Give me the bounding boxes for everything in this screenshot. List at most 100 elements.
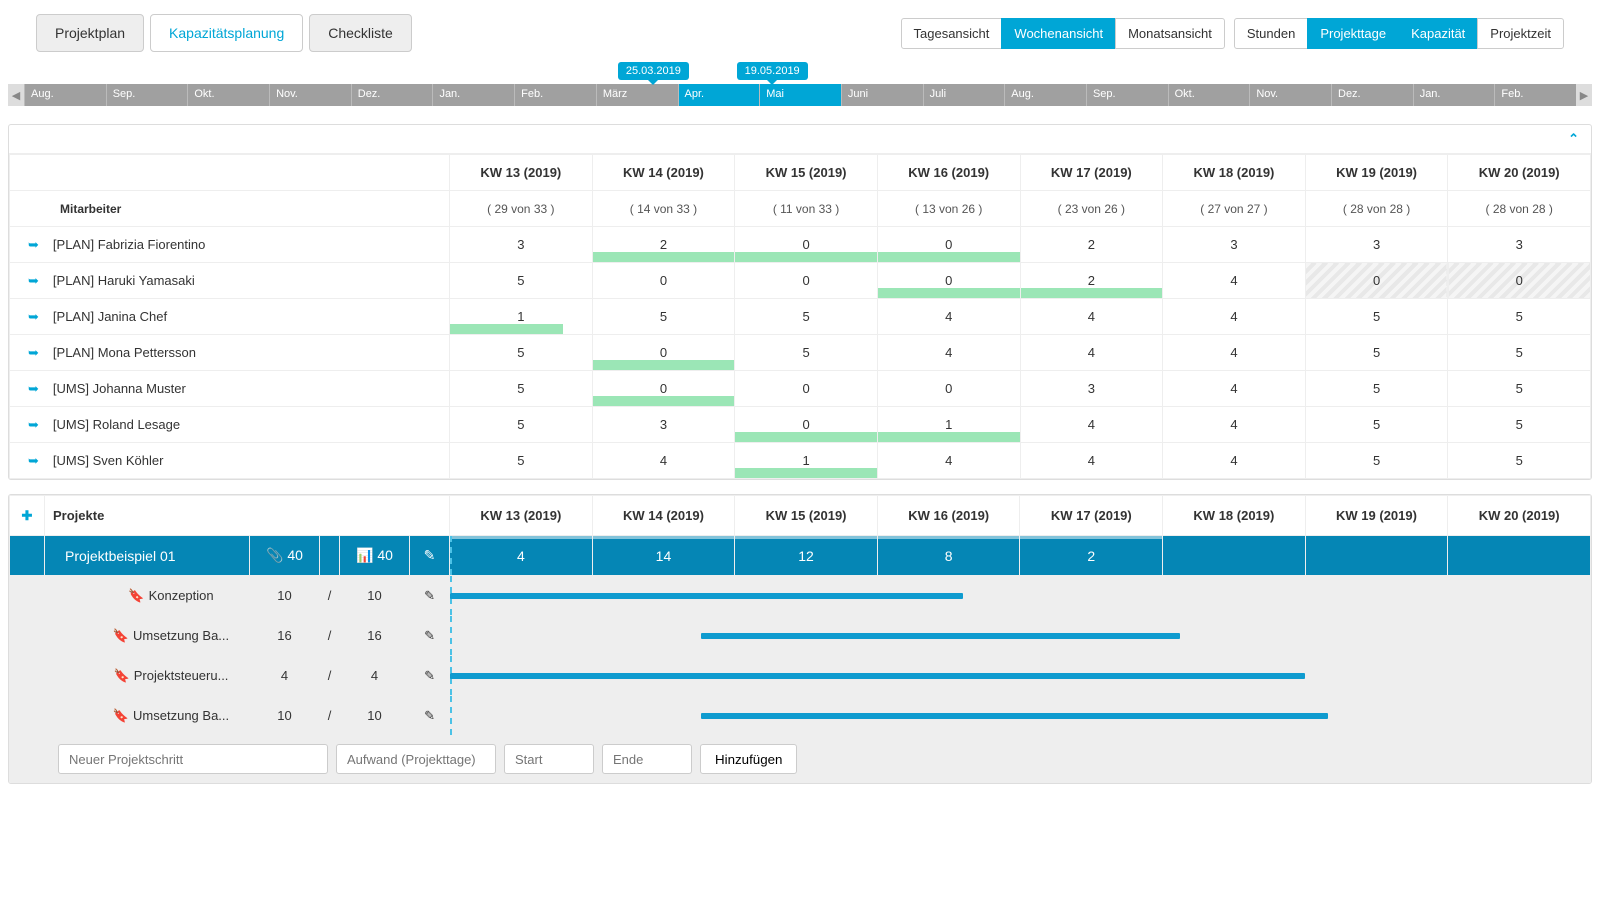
timeline-month[interactable]: Juni [841,84,923,106]
capacity-cell[interactable]: 2 [592,227,735,263]
capacity-cell[interactable]: 3 [450,227,593,263]
gantt-area[interactable] [450,576,1591,616]
capacity-cell[interactable]: 4 [1020,407,1163,443]
capacity-cell[interactable]: 0 [1305,263,1448,299]
capacity-cell[interactable]: 5 [1448,407,1591,443]
capacity-cell[interactable]: 4 [1020,335,1163,371]
capacity-cell[interactable]: 1 [877,407,1020,443]
capacity-cell[interactable]: 4 [1163,299,1306,335]
gantt-area[interactable] [450,696,1591,736]
capacity-cell[interactable]: 4 [1020,443,1163,479]
aufwand-input[interactable] [336,744,496,774]
capacity-cell[interactable]: 0 [877,227,1020,263]
capacity-cell[interactable]: 5 [592,299,735,335]
capacity-cell[interactable]: 4 [1163,443,1306,479]
tab-kapazitaetsplanung[interactable]: Kapazitätsplanung [150,14,303,52]
capacity-cell[interactable]: 5 [450,335,593,371]
timeline-month[interactable]: Okt. [1168,84,1250,106]
start-input[interactable] [504,744,594,774]
expand-arrow-icon[interactable]: ➥ [28,417,39,432]
expand-arrow-icon[interactable]: ➥ [28,345,39,360]
capacity-cell[interactable]: 5 [450,263,593,299]
capacity-cell[interactable]: 5 [1448,443,1591,479]
employee-name-cell[interactable]: ➥[UMS] Johanna Muster [10,371,450,407]
timeline-month[interactable]: Dez. [351,84,433,106]
capacity-cell[interactable]: 0 [592,335,735,371]
add-button[interactable]: Hinzufügen [700,744,797,774]
timeline-month[interactable]: Okt. [187,84,269,106]
employee-name-cell[interactable]: ➥[UMS] Roland Lesage [10,407,450,443]
tab-wochenansicht[interactable]: Wochenansicht [1001,18,1116,49]
new-step-input[interactable] [58,744,328,774]
capacity-cell[interactable]: 2 [1020,227,1163,263]
timeline-month[interactable]: Aug. [24,84,106,106]
tab-monatsansicht[interactable]: Monatsansicht [1115,18,1225,49]
capacity-cell[interactable]: 4 [592,443,735,479]
timeline-month[interactable]: März [596,84,678,106]
timeline-month[interactable]: Jan. [432,84,514,106]
gantt-area[interactable] [450,616,1591,656]
capacity-cell[interactable]: 4 [1163,371,1306,407]
capacity-cell[interactable]: 4 [1020,299,1163,335]
capacity-cell[interactable]: 5 [1305,335,1448,371]
timeline-month[interactable]: Sep. [106,84,188,106]
timeline-month[interactable]: Juli [923,84,1005,106]
capacity-cell[interactable]: 5 [450,407,593,443]
capacity-cell[interactable]: 5 [1305,371,1448,407]
employee-name-cell[interactable]: ➥[UMS] Sven Köhler [10,443,450,479]
timeline-month[interactable]: Sep. [1086,84,1168,106]
capacity-cell[interactable]: 3 [1448,227,1591,263]
capacity-cell[interactable]: 0 [877,263,1020,299]
capacity-cell[interactable]: 3 [592,407,735,443]
capacity-cell[interactable]: 3 [1163,227,1306,263]
capacity-cell[interactable]: 1 [735,443,878,479]
add-project-icon[interactable]: ✚ [10,496,45,536]
tab-tagesansicht[interactable]: Tagesansicht [901,18,1003,49]
timeline-prev[interactable]: ◀ [8,84,24,106]
capacity-cell[interactable]: 2 [1020,263,1163,299]
task-name[interactable]: 🔖Konzeption [45,576,250,616]
magic-wand-button[interactable]: ✎ [410,576,450,616]
expand-arrow-icon[interactable]: ➥ [28,453,39,468]
tab-stunden[interactable]: Stunden [1234,18,1308,49]
capacity-cell[interactable]: 0 [592,263,735,299]
capacity-cell[interactable]: 5 [450,443,593,479]
capacity-cell[interactable]: 0 [735,407,878,443]
attachment-count[interactable]: 📎 40 [250,536,320,576]
tab-kapazitaet[interactable]: Kapazität [1398,18,1478,49]
timeline-month[interactable]: Mai [759,84,841,106]
capacity-cell[interactable]: 4 [877,443,1020,479]
capacity-cell[interactable]: 0 [1448,263,1591,299]
capacity-cell[interactable]: 3 [1305,227,1448,263]
task-name[interactable]: 🔖Projektsteueru... [45,656,250,696]
expand-arrow-icon[interactable]: ➥ [28,237,39,252]
capacity-cell[interactable]: 5 [1305,407,1448,443]
magic-wand-button[interactable]: ✎ [410,616,450,656]
employee-name-cell[interactable]: ➥[PLAN] Haruki Yamasaki [10,263,450,299]
expand-arrow-icon[interactable]: ➥ [28,273,39,288]
ende-input[interactable] [602,744,692,774]
tab-checkliste[interactable]: Checkliste [309,14,412,52]
capacity-cell[interactable]: 5 [1448,299,1591,335]
task-name[interactable]: 🔖Umsetzung Ba... [45,696,250,736]
timeline-month[interactable]: Feb. [1494,84,1576,106]
capacity-cell[interactable]: 5 [1448,371,1591,407]
employee-name-cell[interactable]: ➥[PLAN] Fabrizia Fiorentino [10,227,450,263]
tab-projektplan[interactable]: Projektplan [36,14,144,52]
expand-arrow-icon[interactable]: ➥ [28,381,39,396]
capacity-cell[interactable]: 5 [1305,299,1448,335]
capacity-cell[interactable]: 1 [450,299,593,335]
timeline-month[interactable]: Nov. [269,84,351,106]
capacity-cell[interactable]: 0 [592,371,735,407]
task-name[interactable]: 🔖Umsetzung Ba... [45,616,250,656]
capacity-cell[interactable]: 5 [450,371,593,407]
capacity-cell[interactable]: 4 [1163,335,1306,371]
capacity-cell[interactable]: 0 [735,371,878,407]
capacity-cell[interactable]: 0 [735,263,878,299]
employee-name-cell[interactable]: ➥[PLAN] Janina Chef [10,299,450,335]
expand-arrow-icon[interactable]: ➥ [28,309,39,324]
magic-wand-button[interactable]: ✎ [410,696,450,736]
timeline-month[interactable]: Apr. [678,84,760,106]
timeline-month[interactable]: Nov. [1249,84,1331,106]
gantt-area[interactable] [450,656,1591,696]
